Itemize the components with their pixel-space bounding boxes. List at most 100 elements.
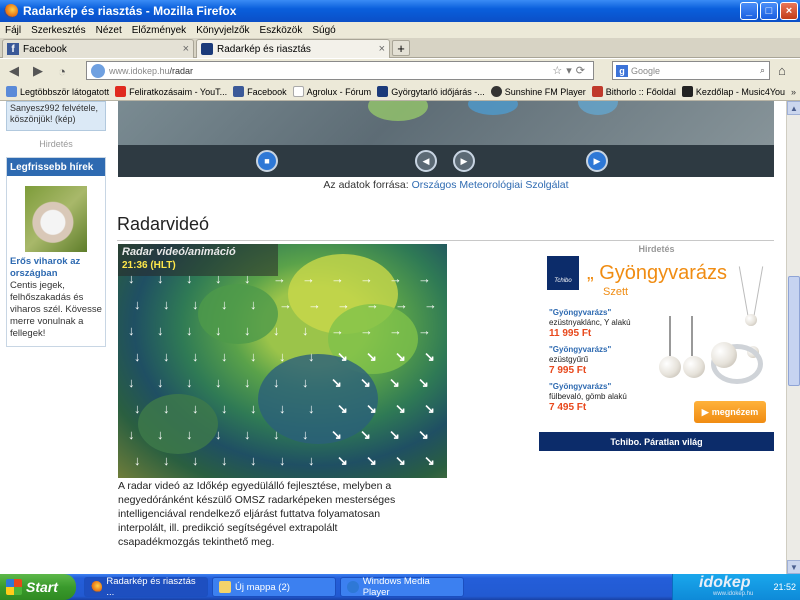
bookmark-facebook[interactable]: Facebook xyxy=(233,86,287,97)
close-tab-icon[interactable]: × xyxy=(379,43,385,55)
menu-bookmarks[interactable]: Könyvjelzők xyxy=(191,25,254,36)
close-button[interactable]: × xyxy=(780,2,798,20)
news-link[interactable]: Erős viharok az országban xyxy=(7,256,105,280)
search-placeholder: Google xyxy=(631,65,661,76)
ad-label: Hirdetés xyxy=(39,139,73,149)
tchibo-ad[interactable]: Hirdetés Tchibo „ Gyöngyvarázs Szett "Gy… xyxy=(539,244,774,451)
back-button[interactable]: ◀ xyxy=(4,61,24,81)
bookmark-most-visited[interactable]: Legtöbbször látogatott xyxy=(6,86,109,97)
bookmark-bithorlo[interactable]: Bithorlo :: Főoldal xyxy=(591,86,676,97)
wind-arrow-icon: ↓ xyxy=(215,427,222,442)
wind-arrow-icon: ↘ xyxy=(424,453,435,468)
idokep-url: www.idokep.hu xyxy=(713,591,754,597)
search-icon[interactable]: ⌕ xyxy=(760,65,765,76)
wind-arrow-icon: ↓ xyxy=(279,453,286,468)
chevron-right-icon[interactable]: » xyxy=(791,87,796,97)
task-label: Új mappa (2) xyxy=(235,581,290,593)
bookmark-music4you[interactable]: Kezdőlap - Music4You xyxy=(681,86,785,97)
wind-arrow-icon: → xyxy=(418,323,431,338)
minimize-button[interactable]: _ xyxy=(740,2,758,20)
wind-arrow-icon: ↓ xyxy=(250,453,257,468)
precip-area xyxy=(368,101,428,121)
latest-news-title: Legfrissebb hírek xyxy=(7,158,105,176)
wind-arrow-icon: ↓ xyxy=(134,453,141,468)
vertical-scrollbar[interactable]: ▲ ▼ xyxy=(786,101,800,574)
wind-arrow-icon: ↘ xyxy=(395,349,406,364)
source-link[interactable]: Országos Meteorológiai Szolgálat xyxy=(412,179,569,191)
stop-button[interactable]: ■ xyxy=(256,150,278,172)
bookmark-label: Bithorlo :: Főoldal xyxy=(605,86,676,97)
ad-banner[interactable]: Tchibo „ Gyöngyvarázs Szett "Gyöngyvaráz… xyxy=(539,256,774,434)
wind-arrow-icon: ↓ xyxy=(134,349,141,364)
bookmark-sunshine[interactable]: Sunshine FM Player xyxy=(490,86,586,97)
ad-subhead: Szett xyxy=(603,286,629,298)
wind-arrow-icon: ↓ xyxy=(128,375,135,390)
history-icon[interactable]: ◔ xyxy=(52,61,72,81)
url-bar[interactable]: www.idokep.hu /radar ☆▾⟳ xyxy=(86,61,594,80)
title-bar[interactable]: Radarkép és riasztás - Mozilla Firefox _… xyxy=(0,0,800,22)
idokep-logo[interactable]: idokep xyxy=(699,574,751,592)
url-path: /radar xyxy=(169,65,194,76)
search-box[interactable]: g Google ⌕ xyxy=(612,61,770,80)
ad-headline: „ Gyöngyvarázs xyxy=(587,262,728,284)
menu-tools[interactable]: Eszközök xyxy=(255,25,308,36)
task-media-player[interactable]: Windows Media Player xyxy=(340,576,464,598)
next-button[interactable]: ▶ xyxy=(453,150,475,172)
ad-label: Hirdetés xyxy=(638,244,675,254)
task-folder[interactable]: Új mappa (2) xyxy=(212,577,336,597)
bookmark-youtube[interactable]: Feliratkozásaim - YouT... xyxy=(115,86,227,97)
task-firefox[interactable]: Radarkép és riasztás ... xyxy=(84,576,208,598)
wind-arrow-icon: ↘ xyxy=(389,427,400,442)
news-text: Centis jegek, felhőszakadás és viharos s… xyxy=(10,280,102,339)
wind-arrow-icon: ↓ xyxy=(244,427,251,442)
facebook-icon: f xyxy=(7,43,19,55)
forward-button[interactable]: ▶ xyxy=(28,61,48,81)
scroll-thumb[interactable] xyxy=(788,276,800,386)
radar-video[interactable]: ↓ ↓ ↓ ↓ ↓ → → → → → → ↓ ↓ ↓ ↓ ↓ → → → → → → ↓ ↓ ↓ ↓ ↓ ↓ ↓ → → → → ↓ ↓ ↓ ↓ ↓ ↓ ↓… xyxy=(118,244,447,478)
product-name: fülbevaló, gömb alakú xyxy=(549,392,627,401)
view-button[interactable]: ▶ megnézem xyxy=(694,401,766,423)
product-name: ezüstnyaklánc, Y alakú xyxy=(549,318,631,327)
wind-arrow-icon: ↓ xyxy=(215,375,222,390)
wind-arrow-icon: → xyxy=(424,297,437,312)
wind-arrow-icon: ↘ xyxy=(366,401,377,416)
product-price: 11 995 Ft xyxy=(549,328,592,339)
tab-label: Facebook xyxy=(23,43,67,55)
wind-arrow-icon: ↓ xyxy=(250,349,257,364)
menu-edit[interactable]: Szerkesztés xyxy=(26,25,90,36)
wind-arrow-icon: ↓ xyxy=(163,401,170,416)
menu-file[interactable]: Fájl xyxy=(0,25,26,36)
play-button[interactable]: ▶ xyxy=(586,150,608,172)
pearl-icon xyxy=(711,342,737,368)
menu-history[interactable]: Előzmények xyxy=(127,25,191,36)
wind-arrow-icon: ↘ xyxy=(366,349,377,364)
scroll-down-button[interactable]: ▼ xyxy=(787,560,800,574)
data-source: Az adatok forrása: Országos Meteorológia… xyxy=(118,179,774,191)
precip-area xyxy=(578,101,618,115)
wind-arrow-icon: ↓ xyxy=(308,401,315,416)
previous-button[interactable]: ◀ xyxy=(415,150,437,172)
folder-icon xyxy=(219,581,231,593)
start-button[interactable]: Start xyxy=(0,574,76,600)
new-tab-button[interactable]: + xyxy=(392,40,410,56)
windows-logo-icon xyxy=(6,579,22,595)
bookmark-gyorgytarlo[interactable]: Györgytarló időjárás -... xyxy=(377,86,485,97)
precip-area xyxy=(198,284,278,344)
close-tab-icon[interactable]: × xyxy=(183,43,189,55)
menu-view[interactable]: Nézet xyxy=(91,25,127,36)
start-label: Start xyxy=(26,579,58,595)
ad-footer[interactable]: Tchibo. Páratlan világ xyxy=(539,432,774,451)
wind-arrow-icon: ↓ xyxy=(221,453,228,468)
google-icon: g xyxy=(616,64,628,77)
home-icon[interactable]: ⌂ xyxy=(778,63,786,78)
maximize-button[interactable]: □ xyxy=(760,2,778,20)
tab-radar[interactable]: Radarkép és riasztás × xyxy=(196,39,390,58)
bookmark-agrolux[interactable]: Agrolux - Fórum xyxy=(292,86,371,97)
idokep-icon xyxy=(201,43,213,55)
scroll-up-button[interactable]: ▲ xyxy=(787,101,800,115)
tab-facebook[interactable]: f Facebook × xyxy=(2,39,194,58)
bookmark-star-icon[interactable]: ☆▾⟳ xyxy=(552,64,589,77)
menu-help[interactable]: Súgó xyxy=(307,25,340,36)
wind-arrow-icon: ↓ xyxy=(221,401,228,416)
hail-image[interactable] xyxy=(25,186,87,252)
